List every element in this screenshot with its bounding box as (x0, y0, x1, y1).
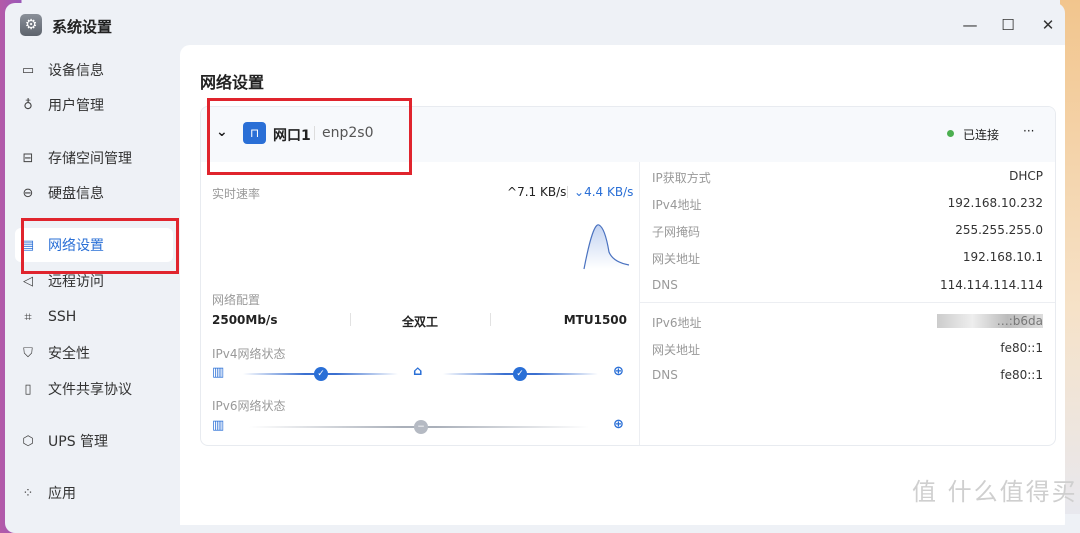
sidebar-item-label: 设备信息 (48, 63, 104, 79)
disk-icon: ⊖ (22, 185, 34, 201)
apps-grid-icon: ⁘ (22, 485, 34, 501)
speed-label: 实时速率 (212, 187, 261, 201)
divider (350, 313, 351, 326)
check-icon: ✓ (314, 367, 328, 381)
sidebar-item-label: 安全性 (48, 346, 90, 362)
upload-speed: ^7.1 KB/s (507, 185, 567, 199)
sidebar-item-label: 硬盘信息 (48, 186, 104, 202)
arrow-down-icon: ⌄ (574, 185, 585, 199)
shield-check-icon: ⛉ (23, 345, 33, 361)
sidebar-item-label: 远程访问 (48, 274, 104, 290)
sidebar-item-ups[interactable]: ⬡ UPS 管理 (15, 424, 173, 458)
sidebar-item-disk-info[interactable]: ⊖ 硬盘信息 (15, 176, 173, 210)
ipv4-row: 网关地址 192.168.10.1 (652, 250, 1043, 266)
sidebar-item-label: 应用 (48, 486, 76, 502)
sidebar-item-device-info[interactable]: ▭ 设备信息 (15, 53, 173, 87)
divider (490, 313, 491, 326)
window-title: 系统设置 (52, 18, 113, 36)
arrow-up-icon: ^ (507, 185, 518, 199)
speed-graph (583, 224, 630, 270)
globe-icon: ⊕ (613, 364, 624, 379)
highlight-box (207, 98, 412, 175)
sidebar-item-users[interactable]: ♁ 用户管理 (15, 88, 173, 122)
status-badge: 已连接 (963, 128, 1000, 142)
page-title: 网络设置 (200, 73, 265, 92)
ipv4-status-label: IPv4网络状态 (212, 347, 286, 361)
mtu: MTU1500 (563, 313, 627, 327)
ipv6-row: IPv6地址 …:b6da (652, 314, 1043, 330)
close-button[interactable]: ✕ (1033, 13, 1063, 37)
storage-icon: ⊟ (22, 150, 34, 166)
duplex: 全双工 (402, 315, 439, 329)
divider (639, 162, 640, 445)
minimize-button[interactable]: — (955, 13, 985, 37)
divider (640, 302, 1055, 303)
sidebar-item-label: 文件共享协议 (48, 382, 132, 398)
sidebar-item-label: 存储空间管理 (48, 151, 132, 167)
send-icon: ◁ (23, 273, 33, 289)
globe-icon: ⊕ (613, 417, 624, 432)
more-button[interactable]: ··· (1023, 124, 1034, 138)
highlight-box (21, 218, 179, 274)
watermark: 值 什么值得买 (912, 478, 1078, 506)
sidebar-item-label: SSH (48, 309, 77, 325)
blurred-ipv6-address: …:b6da (936, 314, 1043, 328)
sidebar-item-label: UPS 管理 (48, 434, 109, 450)
divider (567, 186, 568, 198)
ipv4-row: 子网掩码 255.255.255.0 (652, 223, 1043, 239)
sidebar-item-security[interactable]: ⛉ 安全性 (15, 336, 173, 370)
code-icon: ⌗ (24, 309, 32, 325)
title-bar: ⚙ 系统设置 — ☐ ✕ (5, 3, 1065, 45)
document-icon: ▯ (24, 381, 32, 397)
ipv4-row: IP获取方式 DHCP (652, 169, 1043, 185)
sidebar-item-storage[interactable]: ⊟ 存储空间管理 (15, 141, 173, 175)
user-icon: ♁ (23, 97, 33, 113)
ipv4-row: IPv4地址 192.168.10.232 (652, 196, 1043, 212)
router-icon: ⌂ (413, 364, 423, 379)
nas-icon: ▥ (212, 365, 225, 380)
status-dot (947, 130, 954, 137)
speed-area (584, 224, 629, 269)
sidebar-item-ssh[interactable]: ⌗ SSH (15, 300, 173, 334)
sidebar-item-label: 用户管理 (48, 98, 104, 114)
ipv4-row: DNS 114.114.114.114 (652, 278, 1043, 292)
config-label: 网络配置 (212, 293, 261, 307)
ipv6-row: DNS fe80::1 (652, 368, 1043, 382)
check-icon: ✓ (513, 367, 527, 381)
pending-icon: − (414, 420, 428, 434)
sidebar-item-file-sharing[interactable]: ▯ 文件共享协议 (15, 372, 173, 406)
nas-icon: ▥ (212, 418, 225, 433)
download-speed: ⌄4.4 KB/s (574, 185, 634, 199)
link-speed: 2500Mb/s (212, 313, 278, 327)
device-icon: ▭ (21, 62, 35, 78)
maximize-button[interactable]: ☐ (993, 13, 1023, 37)
shield-icon: ⬡ (22, 433, 34, 449)
ipv6-row: 网关地址 fe80::1 (652, 341, 1043, 357)
settings-gear-icon: ⚙ (20, 14, 42, 36)
sidebar-item-apps[interactable]: ⁘ 应用 (15, 476, 173, 510)
ipv6-status-label: IPv6网络状态 (212, 399, 286, 413)
